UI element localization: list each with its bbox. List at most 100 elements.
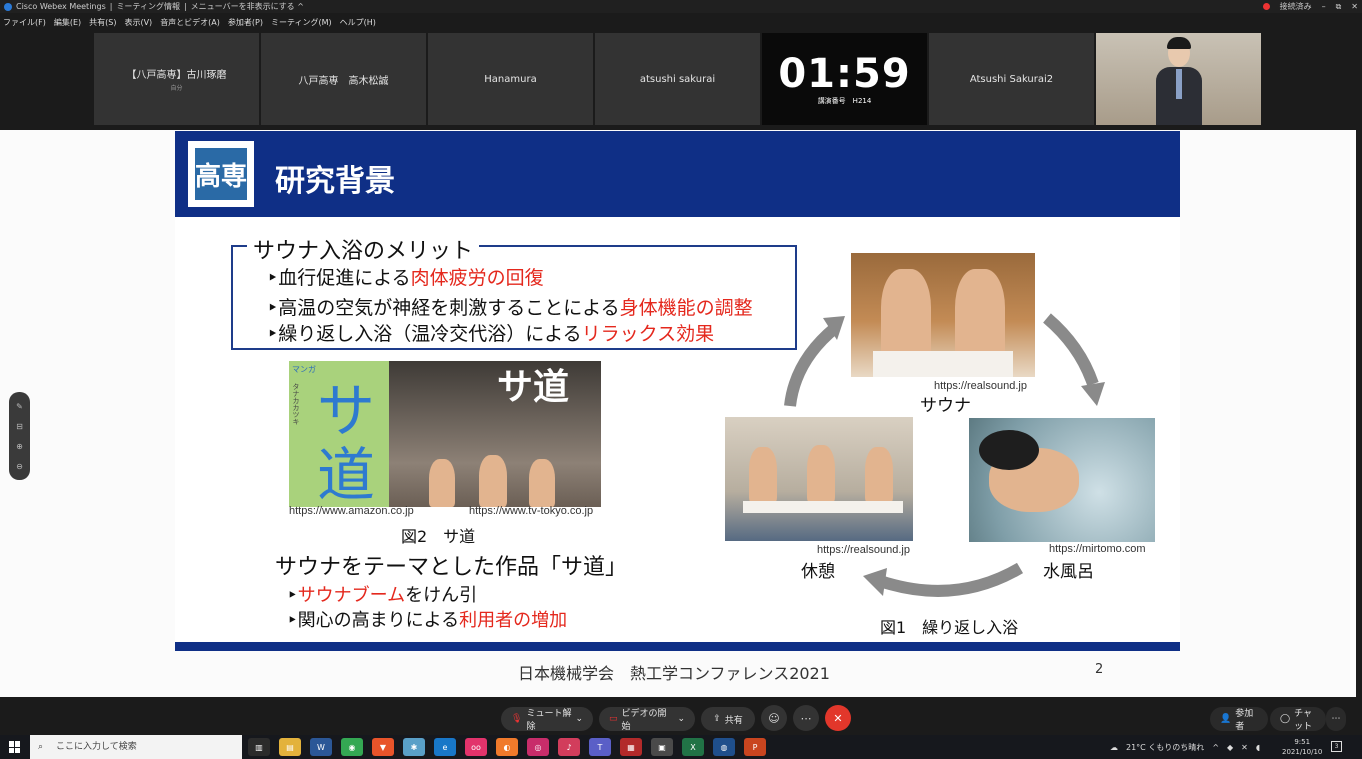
timer-display: 01:59 — [778, 51, 911, 97]
menu-bar: ファイル(F) 編集(E) 共有(S) 表示(V) 音声とビデオ(A) 参加者(… — [0, 15, 376, 31]
merit-title: サウナ入浴のメリット — [247, 233, 480, 265]
slide-bottom-bar — [175, 642, 1180, 651]
network-icon[interactable]: ✕ — [1241, 743, 1248, 752]
source-amazon: https://www.amazon.co.jp — [289, 505, 414, 517]
windows-taskbar: ⌕ ここに入力して検索 ▥ ▤ W ◉ ▼ ✱ e oo ◐ ◎ ♪ T ▦ ▣… — [0, 735, 1362, 759]
taskbar-clock[interactable]: 9:51 2021/10/10 — [1282, 737, 1322, 757]
merit-item: ‣高温の空気が神経を刺激することによる身体機能の調整 — [267, 297, 753, 319]
manga-cover-title: サ道 — [317, 377, 376, 507]
participants-panel-button[interactable]: 👤 参加者 — [1210, 707, 1268, 732]
app-icon[interactable]: ▣ — [651, 738, 673, 756]
participant-tile[interactable]: Atsushi Sakurai2 — [929, 33, 1094, 125]
participant-name: Atsushi Sakurai2 — [969, 73, 1054, 85]
excel-icon[interactable]: X — [682, 738, 704, 756]
person-icon: 👤 — [1220, 714, 1232, 724]
app-icon[interactable]: ▦ — [620, 738, 642, 756]
tv-drama-photo: サ道 — [389, 361, 601, 507]
edge-icon[interactable]: e — [434, 738, 456, 756]
slide-footer: 日本機械学会 熱工学コンファレンス2021 — [518, 664, 830, 683]
file-explorer-icon[interactable]: ▤ — [279, 738, 301, 756]
chevron-down-icon: ⌄ — [575, 714, 583, 724]
annotation-toolbar: ✎ ⊟ ⊕ ⊖ — [9, 392, 30, 480]
task-view-icon[interactable]: ▥ — [248, 738, 270, 756]
participant-sub: 自分 — [170, 85, 183, 92]
taskbar-search[interactable]: ⌕ ここに入力して検索 — [30, 735, 242, 759]
close-button[interactable]: ✕ — [1351, 0, 1358, 13]
source-tvtokyo: https://www.tv-tokyo.co.jp — [469, 505, 594, 517]
zoom-in-icon[interactable]: ⊕ — [16, 442, 23, 451]
figure-1-caption: 図1 繰り返し入浴 — [880, 618, 1019, 637]
app-icon[interactable]: ◎ — [527, 738, 549, 756]
powerpoint-icon[interactable]: P — [744, 738, 766, 756]
menu-audio-video[interactable]: 音声とビデオ(A) — [160, 15, 220, 31]
connection-status: 接続済み — [1279, 2, 1312, 11]
teams-icon[interactable]: T — [589, 738, 611, 756]
windows-start-icon[interactable] — [9, 741, 21, 753]
webex-icon[interactable]: ◍ — [713, 738, 735, 756]
title-bar: Cisco Webex Meetings | ミーティング情報 | メニューバー… — [0, 0, 1362, 13]
participant-tile[interactable]: 【八戸高専】古川琢磨 自分 — [94, 33, 259, 125]
timer-tile[interactable]: 01:59 講演番号 H214 — [762, 33, 927, 125]
school-logo-mark: 高専 — [195, 148, 247, 200]
speaker-video — [1156, 37, 1202, 125]
reactions-button[interactable]: ☺ — [761, 705, 787, 731]
chat-panel-button[interactable]: ◯ チャット — [1270, 707, 1326, 732]
notification-icon[interactable]: 3 — [1331, 741, 1342, 752]
menu-view[interactable]: 表示(V) — [124, 15, 152, 31]
chrome-icon[interactable]: ◉ — [341, 738, 363, 756]
chat-icon: ◯ — [1280, 714, 1291, 724]
clock-time: 9:51 — [1294, 738, 1311, 746]
menu-help[interactable]: ヘルプ(H) — [340, 15, 376, 31]
menu-share[interactable]: 共有(S) — [89, 15, 116, 31]
mic-muted-icon: 🎙 — [511, 714, 523, 724]
participant-tile[interactable]: 八戸高専 高木松誠 — [261, 33, 426, 125]
app-icon[interactable]: oo — [465, 738, 487, 756]
participant-tile[interactable]: Hanamura — [428, 33, 593, 125]
share-button[interactable]: ⇪ 共有 — [701, 707, 755, 731]
participant-name: atsushi sakurai — [639, 73, 716, 85]
taskbar-apps: ▥ ▤ W ◉ ▼ ✱ e oo ◐ ◎ ♪ T ▦ ▣ X ◍ P — [248, 738, 766, 756]
cycle-arrows — [784, 313, 1105, 597]
tv-drama-title: サ道 — [497, 366, 570, 408]
clock-date: 2021/10/10 — [1282, 748, 1323, 756]
menu-participants[interactable]: 参加者(P) — [228, 15, 263, 31]
connection-icon — [1262, 3, 1270, 10]
restore-button[interactable]: ⧉ — [1336, 0, 1342, 13]
webex-logo-icon — [4, 2, 12, 11]
participant-tile[interactable]: atsushi sakurai — [595, 33, 760, 125]
brave-icon[interactable]: ▼ — [372, 738, 394, 756]
menu-file[interactable]: ファイル(F) — [3, 15, 46, 31]
menu-meeting[interactable]: ミーティング(M) — [271, 15, 332, 31]
dropbox-icon[interactable]: ◆ — [1227, 743, 1233, 752]
unmute-button[interactable]: 🎙 ミュート解除 ⌄ — [501, 707, 593, 732]
zoom-out-icon[interactable]: ⊖ — [16, 462, 23, 471]
slack-icon[interactable]: ✱ — [403, 738, 425, 756]
start-video-button[interactable]: ▭ ビデオの開始 ⌄ — [599, 707, 695, 732]
volume-icon[interactable]: ◖ — [1256, 743, 1260, 752]
merit-item: ‣血行促進による肉体疲労の回復 — [267, 267, 544, 289]
word-icon[interactable]: W — [310, 738, 332, 756]
pen-icon[interactable]: ✎ — [16, 402, 23, 411]
chevron-up-icon[interactable]: ^ — [1212, 743, 1219, 752]
participant-name: Hanamura — [484, 73, 537, 85]
presentation-slide: 高専 研究背景 サウナ入浴のメリット ‣血行促進による肉体疲労の回復 ‣高温の空… — [175, 131, 1180, 651]
chevron-down-icon: ⌄ — [677, 714, 685, 724]
sadou-point: ‣関心の高まりによる利用者の増加 — [287, 610, 568, 631]
weather-text[interactable]: 21°C くもりのち晴れ — [1126, 742, 1204, 753]
sadou-heading: サウナをテーマとした作品「サ道」 — [275, 555, 628, 580]
sadou-manga-image: マンガ タナカカツキ サ道 サ道 — [289, 361, 601, 507]
music-icon[interactable]: ♪ — [558, 738, 580, 756]
search-icon: ⌕ — [38, 742, 44, 752]
speaker-video-tile[interactable] — [1096, 33, 1261, 125]
slide-page-number: 2 — [1095, 662, 1104, 677]
discord-icon[interactable]: ◐ — [496, 738, 518, 756]
more-options-button[interactable]: ⋯ — [793, 705, 819, 731]
participant-name: 八戸高専 高木松誠 — [298, 75, 389, 87]
hide-menu-link[interactable]: メニューバーを非表示にする ^ — [191, 0, 304, 13]
meeting-info-link[interactable]: ミーティング情報 — [116, 0, 180, 13]
panel-more-button[interactable]: ⋯ — [1326, 707, 1346, 731]
fit-icon[interactable]: ⊟ — [16, 422, 23, 431]
menu-edit[interactable]: 編集(E) — [54, 15, 81, 31]
leave-meeting-button[interactable]: ✕ — [825, 705, 851, 731]
minimize-button[interactable]: – — [1322, 0, 1326, 13]
